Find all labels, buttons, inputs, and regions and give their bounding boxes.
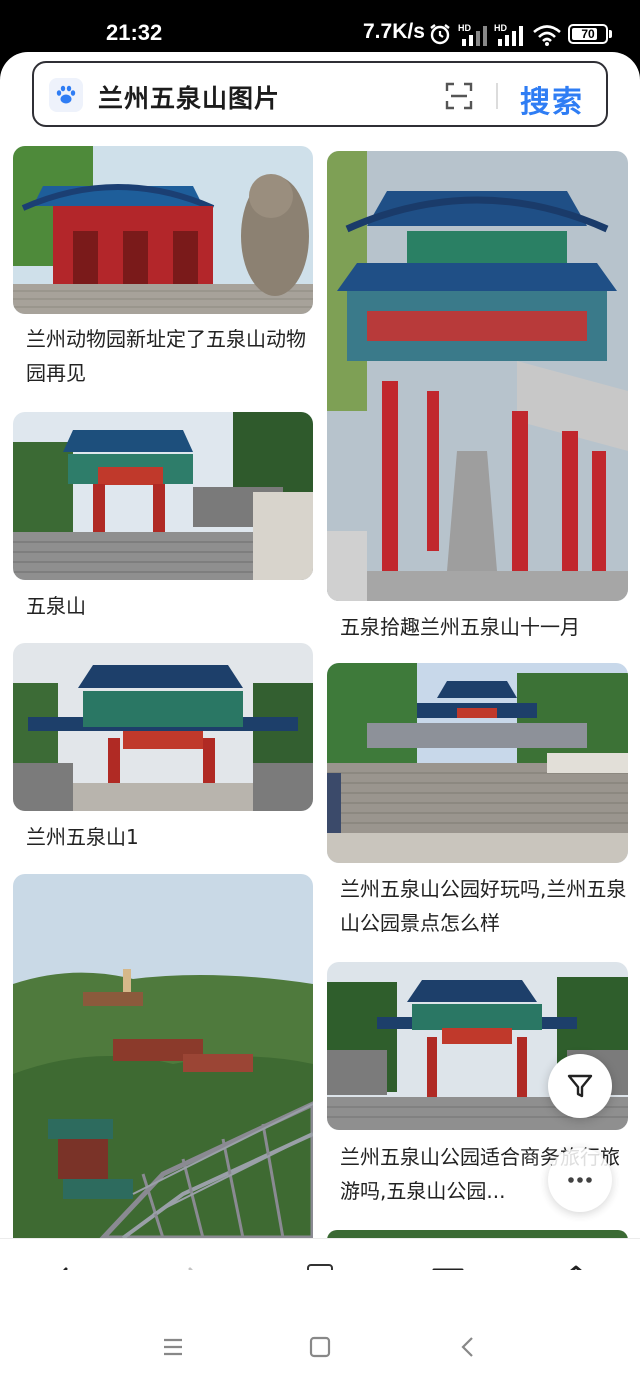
search-divider <box>496 83 498 109</box>
system-navigation-bar <box>0 1270 640 1386</box>
result-caption-5[interactable]: 五泉拾趣兰州五泉山十一月 <box>340 610 630 644</box>
wifi-icon <box>533 25 561 46</box>
signal-1-label: HD <box>458 23 471 33</box>
back-nav-icon[interactable] <box>458 1336 478 1358</box>
result-caption-6[interactable]: 兰州五泉山公园好玩吗,兰州五泉山公园景点怎么样 <box>340 872 630 940</box>
result-caption-3[interactable]: 兰州五泉山1 <box>26 820 316 854</box>
status-time: 21:32 <box>106 20 163 45</box>
more-dots-icon <box>568 1177 592 1183</box>
filter-button[interactable] <box>548 1054 612 1118</box>
more-button[interactable] <box>548 1148 612 1212</box>
result-caption-1[interactable]: 兰州动物园新址定了五泉山动物园再见 <box>26 322 316 390</box>
recent-apps-icon[interactable] <box>162 1337 184 1357</box>
search-button[interactable]: 搜索 <box>520 77 584 121</box>
signal-2-label: HD <box>494 23 507 33</box>
signal-2-icon: HD <box>494 23 523 46</box>
result-caption-2[interactable]: 五泉山 <box>26 589 316 623</box>
network-speed: 7.7K/s <box>363 20 425 43</box>
result-image-5[interactable] <box>327 151 628 601</box>
result-image-6[interactable] <box>327 663 628 863</box>
browser-app: 兰州五泉山图片 搜索 兰州动物园新址定了五泉山动物园再见 五泉山 兰州五泉山1 … <box>0 52 640 1386</box>
signal-1-icon: HD <box>458 23 487 46</box>
battery-icon: 70 <box>568 24 608 44</box>
result-image-4[interactable] <box>13 874 313 1238</box>
battery-level: 70 <box>581 27 595 41</box>
filter-icon <box>567 1074 593 1098</box>
result-image-3[interactable] <box>13 643 313 811</box>
result-image-2[interactable] <box>13 412 313 580</box>
paw-logo-icon[interactable] <box>49 78 83 112</box>
alarm-icon <box>430 24 450 45</box>
scan-icon[interactable] <box>445 82 473 110</box>
result-image-1[interactable] <box>13 146 313 314</box>
search-bar[interactable]: 兰州五泉山图片 搜索 <box>32 61 608 127</box>
search-input[interactable]: 兰州五泉山图片 <box>98 79 280 115</box>
home-nav-icon[interactable] <box>309 1336 331 1358</box>
